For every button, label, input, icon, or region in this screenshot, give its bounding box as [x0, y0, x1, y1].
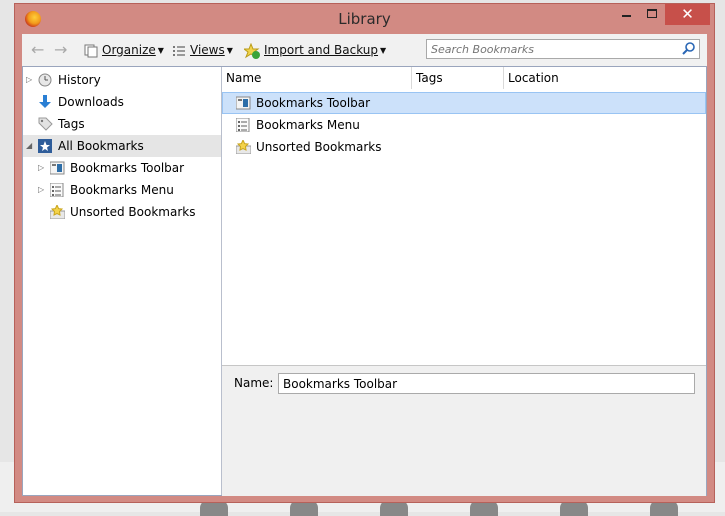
list-row-name: Bookmarks Menu — [256, 118, 360, 132]
maximize-icon — [647, 9, 657, 18]
close-button[interactable]: ✕ — [665, 4, 710, 25]
views-button[interactable]: Views ▼ — [172, 42, 233, 59]
search-box[interactable] — [426, 39, 700, 59]
bookmarks-toolbar-icon — [236, 96, 251, 110]
name-field-label: Name: — [234, 376, 274, 390]
sidebar-item-unsorted-bookmarks[interactable]: Unsorted Bookmarks — [23, 201, 221, 223]
list-row-name: Bookmarks Toolbar — [256, 96, 371, 110]
close-icon: ✕ — [681, 5, 694, 23]
sidebar-item-downloads[interactable]: Downloads — [23, 91, 221, 113]
bookmarks-toolbar-icon — [50, 161, 65, 175]
tag-icon — [38, 117, 53, 131]
all-bookmarks-icon — [38, 139, 52, 153]
sidebar-item-label: Unsorted Bookmarks — [70, 205, 196, 219]
search-icon[interactable] — [682, 41, 696, 55]
list-row-unsorted-bookmarks[interactable]: Unsorted Bookmarks — [222, 136, 706, 158]
sidebar-item-label: Tags — [58, 117, 85, 131]
list-row-bookmarks-menu[interactable]: Bookmarks Menu — [222, 114, 706, 136]
download-arrow-icon — [39, 95, 51, 108]
import-backup-button[interactable]: Import and Backup ▼ — [244, 42, 386, 59]
views-icon — [173, 45, 185, 56]
sidebar-item-history[interactable]: ▷ History — [23, 69, 221, 91]
minimize-button[interactable] — [613, 4, 639, 25]
chevron-down-icon: ▼ — [226, 46, 233, 55]
library-content: ▷ History Downloads Tags ◢ All Bookmarks… — [22, 66, 707, 496]
column-header-tags[interactable]: Tags — [412, 67, 504, 89]
sidebar-item-bookmarks-toolbar[interactable]: ▷ Bookmarks Toolbar — [23, 157, 221, 179]
expand-arrow-icon[interactable]: ▷ — [38, 157, 44, 179]
import-backup-icon — [244, 42, 260, 59]
list-row-bookmarks-toolbar[interactable]: Bookmarks Toolbar — [222, 92, 706, 114]
toolbar: ← → Organize ▼ Views ▼ Import and Backup ▼ — [22, 34, 707, 67]
minimize-icon — [621, 15, 631, 17]
import-backup-label: Import and Backup — [264, 43, 379, 57]
sidebar-item-label: All Bookmarks — [58, 139, 144, 153]
sidebar-item-label: Bookmarks Menu — [70, 183, 174, 197]
organize-icon — [84, 44, 98, 57]
search-input[interactable] — [427, 40, 671, 58]
sidebar-item-all-bookmarks[interactable]: ◢ All Bookmarks — [23, 135, 221, 157]
title-bar[interactable]: Library ✕ — [15, 4, 714, 34]
bookmarks-menu-icon — [236, 118, 250, 132]
organize-button[interactable]: Organize ▼ — [84, 42, 164, 59]
list-row-name: Unsorted Bookmarks — [256, 140, 382, 154]
library-window: Library ✕ ← → Organize ▼ Views ▼ Import an… — [14, 3, 715, 503]
sidebar-item-bookmarks-menu[interactable]: ▷ Bookmarks Menu — [23, 179, 221, 201]
window-title: Library — [338, 10, 391, 28]
sidebar-item-tags[interactable]: Tags — [23, 113, 221, 135]
sidebar-item-label: Bookmarks Toolbar — [70, 161, 185, 175]
unsorted-bookmarks-icon — [50, 205, 65, 219]
sidebar: ▷ History Downloads Tags ◢ All Bookmarks… — [23, 67, 222, 495]
column-header-location[interactable]: Location — [504, 67, 706, 89]
maximize-button[interactable] — [639, 4, 665, 25]
name-field[interactable] — [278, 373, 695, 394]
sidebar-item-label: History — [58, 73, 101, 87]
clock-icon — [38, 73, 52, 87]
expand-arrow-icon[interactable]: ▷ — [26, 69, 32, 91]
bookmarks-list-pane: Name Tags Location Bookmarks Toolbar Boo… — [222, 67, 706, 496]
unsorted-bookmarks-icon — [236, 140, 251, 154]
sidebar-item-label: Downloads — [58, 95, 124, 109]
chevron-down-icon: ▼ — [157, 46, 164, 55]
expand-arrow-icon[interactable]: ▷ — [38, 179, 44, 201]
forward-arrow-icon[interactable]: → — [54, 40, 67, 59]
details-pane: Name: — [222, 365, 706, 496]
chevron-down-icon: ▼ — [380, 46, 387, 55]
collapse-arrow-icon[interactable]: ◢ — [26, 135, 32, 157]
column-header-name[interactable]: Name — [222, 67, 412, 89]
bookmarks-menu-icon — [50, 183, 64, 197]
organize-label: Organize — [102, 43, 156, 57]
views-label: Views — [190, 43, 225, 57]
back-arrow-icon[interactable]: ← — [31, 40, 44, 59]
